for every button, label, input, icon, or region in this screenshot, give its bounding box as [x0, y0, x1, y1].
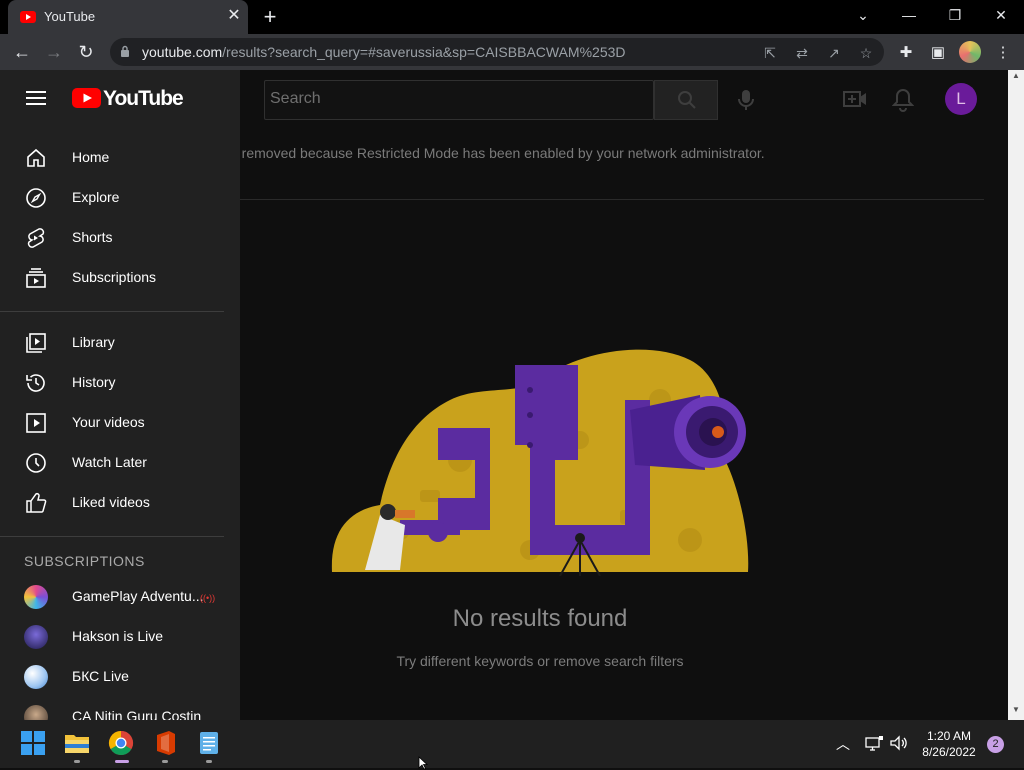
back-button[interactable]: ←	[10, 40, 34, 64]
nav-item-explore[interactable]: Explore	[0, 178, 240, 218]
nav-item-label: Explore	[72, 189, 120, 205]
file-explorer-icon[interactable]	[63, 729, 91, 757]
shorts-icon	[27, 228, 45, 248]
nav-item-library[interactable]: Library	[0, 323, 240, 363]
nav-item-label: Shorts	[72, 229, 113, 245]
browser-tab[interactable]: YouTube ✕	[8, 0, 248, 34]
microphone-icon[interactable]	[736, 88, 756, 112]
nav-item-label: Your videos	[72, 414, 145, 430]
nav-item-label: Library	[72, 334, 115, 350]
subscription-item[interactable]: Hakson is Live	[0, 617, 240, 657]
app-running-indicator	[162, 760, 168, 763]
clock-time[interactable]: 1:20 AM	[920, 729, 978, 743]
nav-item-your-videos[interactable]: Your videos	[0, 403, 240, 443]
nav-item-label: History	[72, 374, 116, 390]
url-text[interactable]: youtube.com/results?search_query=#saveru…	[142, 44, 626, 60]
share-icon[interactable]: ↗	[825, 44, 843, 62]
compass-icon	[26, 188, 46, 208]
network-icon[interactable]	[864, 734, 884, 752]
nav-item-label: Home	[72, 149, 110, 165]
notification-count-badge[interactable]: 2	[987, 736, 1004, 753]
app-active-indicator	[115, 760, 129, 763]
start-icon[interactable]	[19, 729, 47, 757]
nav-item-liked-videos[interactable]: Liked videos	[0, 483, 240, 523]
youtube-logo-text[interactable]: YouTube	[103, 87, 184, 111]
extensions-icon[interactable]: ✚	[895, 42, 917, 64]
library-icon	[26, 333, 46, 353]
bookmark-star-icon[interactable]: ☆	[857, 44, 875, 62]
scroll-up-arrow-icon[interactable]: ▲	[1008, 71, 1024, 85]
live-indicator-icon: ((•))	[200, 593, 216, 603]
tab-search-button[interactable]: ⌄	[849, 4, 877, 26]
nav-item-label: Liked videos	[72, 494, 150, 510]
nav-item-shorts[interactable]: Shorts	[0, 218, 240, 258]
page-scrollbar[interactable]	[1008, 70, 1024, 720]
url-path: /results?search_query=#saverussia&sp=CAI…	[222, 44, 626, 60]
nav-item-watch-later[interactable]: Watch Later	[0, 443, 240, 483]
channel-avatar	[24, 625, 48, 649]
tab-title: YouTube	[44, 9, 96, 24]
subscriptions-icon	[26, 268, 46, 288]
search-icon[interactable]	[675, 88, 699, 112]
user-avatar[interactable]: L	[945, 83, 977, 115]
channel-name: Hakson is Live	[72, 628, 164, 644]
channel-name: CA Nitin Guru Costin	[72, 708, 202, 720]
subscriptions-heading: SUBSCRIPTIONS	[24, 553, 145, 569]
restricted-mode-message: n removed because Restricted Mode has be…	[230, 145, 765, 161]
search-input-box[interactable]	[264, 80, 654, 120]
history-icon	[26, 374, 45, 392]
side-panel-icon[interactable]: ▣	[927, 42, 949, 64]
youtube-logo-icon[interactable]	[72, 88, 101, 108]
no-results-subtitle: Try different keywords or remove search …	[396, 653, 684, 669]
volume-icon[interactable]	[889, 734, 909, 752]
search-input[interactable]: Search	[270, 90, 321, 108]
nav-item-subscriptions[interactable]: Subscriptions	[0, 258, 240, 298]
channel-name: БКС Live	[72, 668, 129, 684]
drawer-separator	[0, 536, 224, 537]
clock-date[interactable]: 8/26/2022	[914, 745, 984, 759]
translate-icon[interactable]: ⇄	[793, 44, 811, 62]
channel-avatar	[24, 665, 48, 689]
subscription-item[interactable]: CA Nitin Guru Costin	[0, 697, 240, 720]
your-videos-icon	[26, 413, 46, 433]
restore-button[interactable]: ❐	[941, 4, 969, 26]
thumbs-up-icon	[26, 492, 47, 513]
create-video-icon[interactable]	[843, 88, 867, 110]
telescope-illustration	[331, 349, 749, 576]
clock-icon	[26, 453, 46, 473]
scroll-down-arrow-icon[interactable]: ▼	[1008, 705, 1024, 719]
browser-menu-icon[interactable]: ⋮	[992, 42, 1014, 64]
app-running-indicator	[206, 760, 212, 763]
home-icon	[27, 148, 45, 167]
lock-icon[interactable]	[120, 45, 130, 57]
minimize-button[interactable]: —	[895, 4, 923, 26]
new-tab-button[interactable]: +	[258, 4, 282, 30]
content-divider	[240, 199, 984, 200]
office-icon[interactable]	[151, 729, 179, 757]
nav-item-home[interactable]: Home	[0, 138, 240, 178]
tab-close-icon[interactable]: ✕	[224, 6, 244, 26]
drawer-separator	[0, 311, 224, 312]
browser-profile-avatar[interactable]	[959, 41, 981, 63]
no-results-title: No results found	[452, 605, 628, 632]
nav-item-label: Watch Later	[72, 454, 147, 470]
reload-button[interactable]: ↻	[74, 40, 98, 64]
youtube-favicon-icon	[20, 11, 36, 23]
open-in-app-icon[interactable]: ⇱	[761, 44, 779, 62]
window-close-button[interactable]: ✕	[987, 4, 1015, 26]
hamburger-menu-icon[interactable]	[25, 88, 47, 108]
nav-item-history[interactable]: History	[0, 363, 240, 403]
channel-name: GamePlay Adventu...	[72, 588, 204, 604]
tray-overflow-chevron-icon[interactable]: ︿	[836, 734, 850, 754]
subscription-item[interactable]: БКС Live	[0, 657, 240, 697]
chrome-icon[interactable]	[107, 729, 135, 757]
channel-avatar	[24, 585, 48, 609]
notepad-icon[interactable]	[195, 729, 223, 757]
url-host: youtube.com	[142, 44, 223, 60]
app-running-indicator	[74, 760, 80, 763]
notifications-bell-icon[interactable]	[892, 88, 914, 112]
forward-button[interactable]: →	[42, 40, 66, 64]
channel-avatar	[24, 705, 48, 720]
nav-item-label: Subscriptions	[72, 269, 157, 285]
